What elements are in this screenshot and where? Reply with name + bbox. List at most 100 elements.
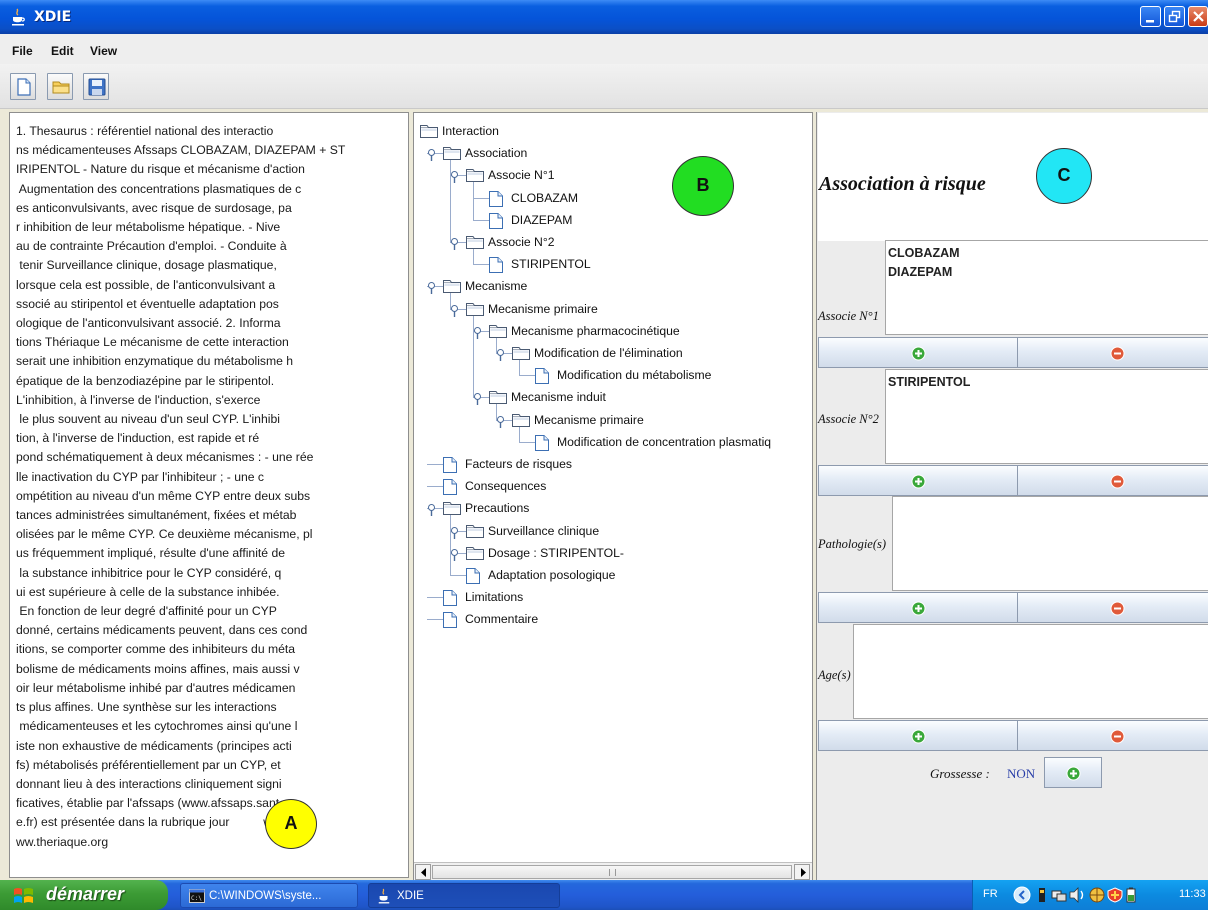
tree-node-label: Limitations — [465, 590, 524, 605]
new-button[interactable] — [10, 73, 36, 100]
clock[interactable]: 11:33 — [1179, 888, 1206, 900]
network-icon[interactable] — [1051, 887, 1067, 903]
java-cup-icon — [378, 888, 390, 904]
tree-node-label: Mecanisme pharmacocinétique — [511, 323, 680, 338]
associe1-add-button[interactable] — [818, 337, 1018, 368]
document-icon — [489, 190, 503, 210]
scroll-left-button[interactable] — [415, 864, 431, 880]
add-icon — [911, 474, 926, 489]
scroll-thumb[interactable] — [432, 865, 792, 879]
tree-connector-line — [473, 197, 489, 199]
minimize-button[interactable] — [1140, 6, 1161, 27]
menu-edit[interactable]: Edit — [51, 44, 74, 58]
document-icon — [489, 212, 503, 232]
tree-node-label: Mecanisme — [465, 279, 528, 294]
tree-horizontal-scrollbar[interactable] — [414, 862, 812, 881]
document-icon — [489, 257, 503, 276]
folder-icon — [489, 324, 507, 341]
tree-expand-handle-icon[interactable] — [427, 281, 436, 299]
associe2-remove-button[interactable] — [1017, 465, 1208, 496]
tree-node-label: Modification de l'élimination — [534, 346, 683, 360]
tree-expand-handle-icon[interactable] — [427, 503, 436, 521]
tree-expand-handle-icon[interactable] — [473, 326, 482, 344]
associe1-remove-button[interactable] — [1017, 337, 1208, 368]
save-disk-icon — [88, 78, 106, 96]
arrow-right-icon — [801, 868, 806, 877]
interaction-tree[interactable]: Interaction Association Associe N°1 CLOBAZA… — [414, 113, 812, 863]
document-icon — [535, 434, 549, 454]
grossesse-label: Grossesse : — [930, 766, 990, 781]
tree-expand-handle-icon[interactable] — [450, 526, 459, 544]
tree-expand-handle-icon[interactable] — [450, 237, 459, 255]
toolbar — [0, 64, 1208, 109]
battery-icon[interactable] — [1125, 887, 1137, 903]
tree-node-label: Associe N°2 — [488, 235, 555, 249]
tree-expand-handle-icon[interactable] — [496, 348, 505, 366]
menu-file[interactable]: File — [12, 44, 33, 58]
tree-expand-handle-icon[interactable] — [450, 548, 459, 566]
associe2-label: Associe N°2 — [818, 412, 879, 426]
tree-node-label: Mecanisme primaire — [534, 412, 644, 427]
ages-remove-button[interactable] — [1017, 720, 1208, 751]
pathologies-add-button[interactable] — [818, 592, 1018, 623]
pathologies-remove-button[interactable] — [1017, 592, 1208, 623]
new-document-icon — [17, 78, 31, 96]
tree-expand-handle-icon[interactable] — [427, 148, 436, 166]
volume-icon[interactable] — [1069, 887, 1087, 903]
tree-node-label: Associe N°1 — [488, 168, 555, 183]
tray-app-icon[interactable] — [1035, 887, 1049, 903]
marker-c: C — [1036, 148, 1092, 204]
start-label: démarrer — [46, 884, 125, 904]
tree-expand-handle-icon[interactable] — [450, 304, 459, 322]
close-button[interactable] — [1188, 6, 1208, 27]
taskbar-item-cmd[interactable]: C:\ C:\WINDOWS\syste... — [180, 883, 358, 908]
tree-connector-line — [450, 515, 451, 575]
app-window: XDIE File Edit View 1. Thesaurus: référ… — [0, 0, 1208, 910]
minimize-icon — [1146, 20, 1154, 23]
folder-icon — [420, 124, 438, 141]
window-title: XDIE — [34, 9, 72, 25]
folder-icon — [443, 279, 461, 296]
arrow-left-icon — [421, 868, 426, 877]
folder-icon — [443, 501, 461, 518]
tree-connector-line — [427, 486, 443, 488]
ages-add-button[interactable] — [818, 720, 1018, 751]
associe2-list[interactable]: STIRIPENTOL — [885, 369, 1208, 464]
open-button[interactable] — [47, 73, 73, 100]
associe1-item[interactable]: CLOBAZAM — [888, 246, 960, 260]
tree-node-label: Surveillance clinique — [488, 523, 600, 538]
tree-expand-handle-icon[interactable] — [450, 170, 459, 188]
detail-title: Association à risque — [819, 173, 986, 195]
save-button[interactable] — [83, 73, 109, 100]
interaction-tree-panel[interactable]: Interaction Association Associe N°1 CLOBAZA… — [413, 112, 813, 882]
pathologies-list[interactable] — [892, 496, 1208, 591]
associe2-add-button[interactable] — [818, 465, 1018, 496]
grossesse-add-button[interactable] — [1044, 757, 1102, 788]
remove-icon — [1110, 474, 1125, 489]
restore-button[interactable] — [1164, 6, 1185, 27]
taskbar-item-xdie[interactable]: XDIE — [368, 883, 560, 908]
add-icon — [1066, 766, 1081, 781]
tree-expand-handle-icon[interactable] — [473, 392, 482, 410]
associe1-item[interactable]: DIAZEPAM — [888, 265, 952, 279]
scroll-right-button[interactable] — [794, 864, 810, 880]
description-text-panel[interactable]: 1. Thesaurus : référentiel national des … — [9, 112, 409, 878]
tree-expand-handle-icon[interactable] — [496, 415, 505, 433]
start-button[interactable]: démarrer — [0, 880, 168, 910]
language-indicator[interactable]: FR — [983, 888, 998, 900]
security-shield-icon[interactable] — [1107, 887, 1123, 903]
tree-node-label: Association — [465, 146, 528, 161]
show-hidden-icons-icon[interactable] — [1013, 886, 1031, 904]
menu-view[interactable]: View — [90, 44, 117, 58]
associe2-item[interactable]: STIRIPENTOL — [888, 375, 970, 389]
document-icon — [443, 590, 457, 609]
tree-node-label: Interaction — [442, 124, 499, 138]
folder-icon — [512, 346, 530, 363]
console-icon: C:\ — [189, 889, 205, 903]
tree-node-label: Precautions — [465, 501, 530, 516]
document-icon — [466, 568, 480, 587]
associe1-list[interactable]: CLOBAZAM DIAZEPAM — [885, 240, 1208, 335]
ages-list[interactable] — [853, 624, 1208, 719]
globe-icon[interactable] — [1089, 887, 1105, 903]
tree-node-label: Facteurs de risques — [465, 457, 573, 471]
